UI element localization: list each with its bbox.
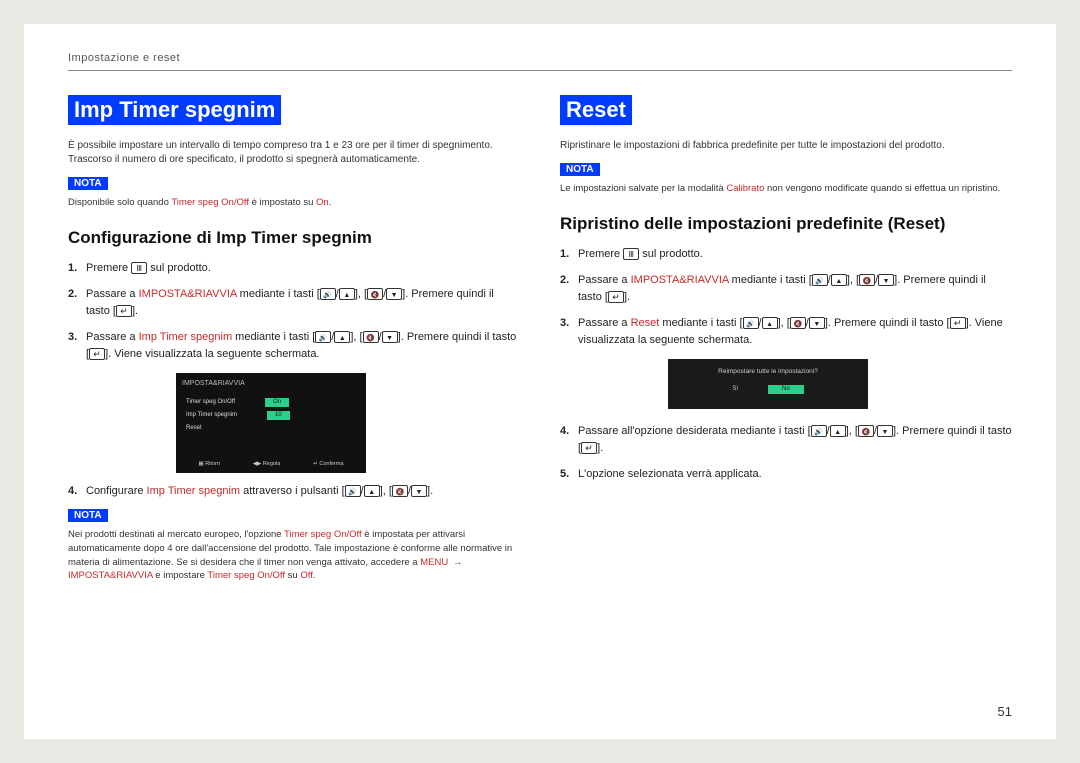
mute-icon — [363, 331, 379, 343]
nota-badge: NOTA — [68, 509, 108, 522]
vol-icon — [743, 317, 759, 329]
mute-icon — [392, 485, 408, 497]
section-title-reset: Reset — [560, 95, 632, 125]
nota-text: Le impostazioni salvate per la modalità … — [560, 182, 1012, 196]
step-5: L'opzione selezionata verrà applicata. — [560, 466, 1012, 483]
step-3: Passare a Reset mediante i tasti [/], [/… — [560, 315, 1012, 409]
manual-page: Impostazione e reset Imp Timer spegnim È… — [24, 24, 1056, 739]
step-1: Premere sul prodotto. — [68, 260, 520, 277]
up-icon — [830, 425, 846, 437]
up-icon — [762, 317, 778, 329]
up-icon — [339, 288, 355, 300]
vol-icon — [812, 274, 828, 286]
up-icon — [364, 485, 380, 497]
vol-icon — [320, 288, 336, 300]
menu-icon — [623, 248, 639, 260]
subsection-title: Configurazione di Imp Timer spegnim — [68, 228, 520, 248]
mute-icon — [859, 274, 875, 286]
nota-badge: NOTA — [560, 163, 600, 176]
up-icon — [334, 331, 350, 343]
enter-icon — [116, 305, 132, 317]
left-column: Imp Timer spegnim È possibile impostare … — [68, 95, 520, 601]
subsection-title: Ripristino delle impostazioni predefinit… — [560, 214, 1012, 234]
vol-icon — [345, 485, 361, 497]
osd-screenshot-reset: Reimpostare tutte le impostazioni? SìNo — [668, 359, 868, 409]
down-icon — [809, 317, 825, 329]
page-number: 51 — [998, 704, 1012, 719]
step-1: Premere sul prodotto. — [560, 246, 1012, 263]
nota-text-1: Disponibile solo quando Timer speg On/Of… — [68, 196, 520, 210]
step-4: Configurare Imp Timer spegnim attraverso… — [68, 483, 520, 500]
down-icon — [878, 274, 894, 286]
section-title-timer: Imp Timer spegnim — [68, 95, 281, 125]
mute-icon — [790, 317, 806, 329]
up-icon — [831, 274, 847, 286]
enter-icon — [950, 317, 966, 329]
step-2: Passare a IMPOSTA&RIAVVIA mediante i tas… — [560, 272, 1012, 306]
steps-list: Premere sul prodotto. Passare a IMPOSTA&… — [560, 246, 1012, 483]
enter-icon — [608, 291, 624, 303]
osd-screenshot-timer: IMPOSTA&RIAVVIA Timer speg On/OffOn Imp … — [176, 373, 366, 473]
down-icon — [386, 288, 402, 300]
steps-list: Premere sul prodotto. Passare a IMPOSTA&… — [68, 260, 520, 500]
step-2: Passare a IMPOSTA&RIAVVIA mediante i tas… — [68, 286, 520, 320]
mute-icon — [858, 425, 874, 437]
nota-text-2: Nei prodotti destinati al mercato europe… — [68, 528, 520, 583]
step-4: Passare all'opzione desiderata mediante … — [560, 423, 1012, 457]
two-column-layout: Imp Timer spegnim È possibile impostare … — [68, 95, 1012, 601]
enter-icon — [89, 348, 105, 360]
mute-icon — [367, 288, 383, 300]
nota-badge: NOTA — [68, 177, 108, 190]
down-icon — [382, 331, 398, 343]
step-3: Passare a Imp Timer spegnim mediante i t… — [68, 329, 520, 473]
enter-icon — [581, 442, 597, 454]
down-icon — [411, 485, 427, 497]
breadcrumb: Impostazione e reset — [68, 52, 1012, 71]
vol-icon — [315, 331, 331, 343]
menu-icon — [131, 262, 147, 274]
right-column: Reset Ripristinare le impostazioni di fa… — [560, 95, 1012, 601]
intro-text: È possibile impostare un intervallo di t… — [68, 139, 520, 167]
down-icon — [877, 425, 893, 437]
vol-icon — [811, 425, 827, 437]
intro-text: Ripristinare le impostazioni di fabbrica… — [560, 139, 1012, 153]
